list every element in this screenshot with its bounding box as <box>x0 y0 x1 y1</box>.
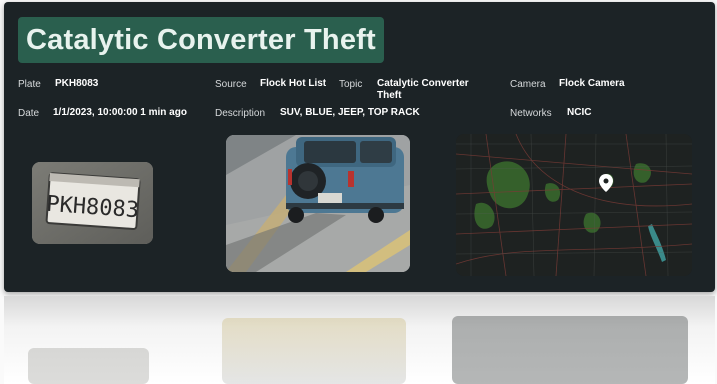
vehicle-photo[interactable] <box>226 135 410 272</box>
camera-label: Camera <box>510 79 546 90</box>
alert-title: Catalytic Converter Theft <box>18 17 384 63</box>
alert-card: Catalytic Converter Theft Plate PKH8083 … <box>4 2 715 292</box>
reflection-plate <box>28 348 149 384</box>
networks-value: NCIC <box>567 107 592 118</box>
topic-value-line1: Catalytic Converter <box>377 78 469 89</box>
plate-crop-image[interactable]: PKH8083 <box>32 162 153 244</box>
alert-view: Catalytic Converter Theft Plate PKH8083 … <box>0 0 717 384</box>
camera-value: Flock Camera <box>559 78 625 89</box>
description-value: SUV, BLUE, JEEP, TOP RACK <box>280 107 420 118</box>
plate-crop-graphic: PKH8083 <box>32 162 153 244</box>
source-value: Flock Hot List <box>260 78 327 89</box>
topic-value-line2: Theft <box>377 90 402 101</box>
plate-label: Plate <box>18 79 41 90</box>
plate-value: PKH8083 <box>55 78 99 89</box>
card-reflection <box>4 296 715 384</box>
reflection-map <box>452 316 688 384</box>
date-label: Date <box>18 108 40 119</box>
location-map[interactable] <box>456 134 692 276</box>
vehicle-photo-graphic <box>226 135 410 272</box>
description-label: Description <box>215 108 266 119</box>
map-graphic <box>456 134 692 276</box>
reflection-vehicle <box>222 318 406 384</box>
source-label: Source <box>215 79 247 90</box>
date-value: 1/1/2023, 10:00:00 1 min ago <box>53 107 187 118</box>
topic-label: Topic <box>339 79 363 90</box>
networks-label: Networks <box>510 108 552 119</box>
